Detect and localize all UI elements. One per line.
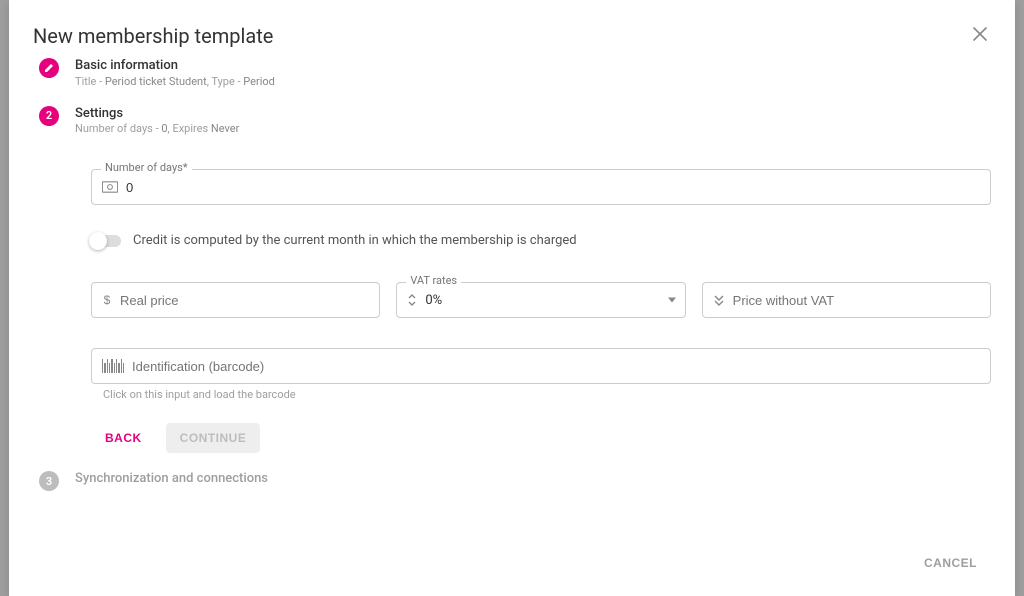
step-basic-information[interactable]: Basic information Title - Period ticket … (33, 58, 991, 106)
step-button-row: BACK CONTINUE (91, 423, 991, 453)
real-price-field[interactable]: $ (91, 282, 380, 318)
number-of-days-input[interactable] (126, 170, 980, 204)
step-title: Settings (75, 106, 991, 122)
credit-toggle[interactable] (91, 235, 121, 247)
banknote-icon (102, 180, 118, 194)
step-subtitle: Title - Period ticket Student, Type - Pe… (75, 75, 991, 88)
step-synchronization: 3 Synchronization and connections (33, 471, 991, 505)
edit-icon (44, 63, 54, 73)
continue-button[interactable]: CONTINUE (166, 423, 261, 453)
settings-form: Number of days* Credit is computed by th… (75, 135, 991, 453)
modal-title: New membership template (33, 24, 273, 48)
chevron-down-icon (668, 298, 676, 303)
modal-header: New membership template (9, 0, 1015, 58)
modal-dialog: New membership template Basic informatio… (9, 0, 1015, 596)
step-subtitle: Number of days - 0, Expires Never (75, 122, 991, 135)
field-label: VAT rates (406, 274, 461, 287)
double-down-chevron-icon (713, 293, 725, 307)
modal-body: Basic information Title - Period ticket … (9, 58, 1015, 534)
price-without-vat-input[interactable] (733, 283, 980, 317)
dollar-icon: $ (102, 293, 112, 307)
up-down-chevron-icon (407, 293, 417, 307)
barcode-helper-text: Click on this input and load the barcode (91, 388, 991, 401)
step-title: Synchronization and connections (75, 471, 991, 487)
step-settings: 2 Settings Number of days - 0, Expires N… (33, 106, 991, 472)
barcode-icon (102, 359, 124, 373)
cancel-button[interactable]: CANCEL (910, 548, 991, 578)
close-button[interactable] (973, 27, 987, 45)
step-badge-done (39, 58, 59, 78)
step-badge-inactive: 3 (39, 471, 59, 491)
credit-toggle-row: Credit is computed by the current month … (91, 233, 991, 248)
svg-text:$: $ (104, 293, 111, 307)
number-of-days-field[interactable]: Number of days* (91, 169, 991, 205)
barcode-input[interactable] (132, 349, 980, 383)
identification-barcode-field[interactable] (91, 348, 991, 384)
back-button[interactable]: BACK (91, 423, 156, 453)
price-without-vat-field[interactable] (702, 282, 991, 318)
real-price-input[interactable] (120, 283, 369, 317)
step-title: Basic information (75, 58, 991, 74)
credit-toggle-label: Credit is computed by the current month … (133, 233, 577, 248)
vat-rates-field[interactable]: VAT rates 0% (396, 282, 685, 318)
modal-footer: CANCEL (9, 534, 1015, 596)
vat-value: 0% (425, 293, 442, 308)
close-icon (973, 27, 987, 41)
step-badge-active: 2 (39, 106, 59, 126)
field-label: Number of days* (101, 161, 192, 174)
